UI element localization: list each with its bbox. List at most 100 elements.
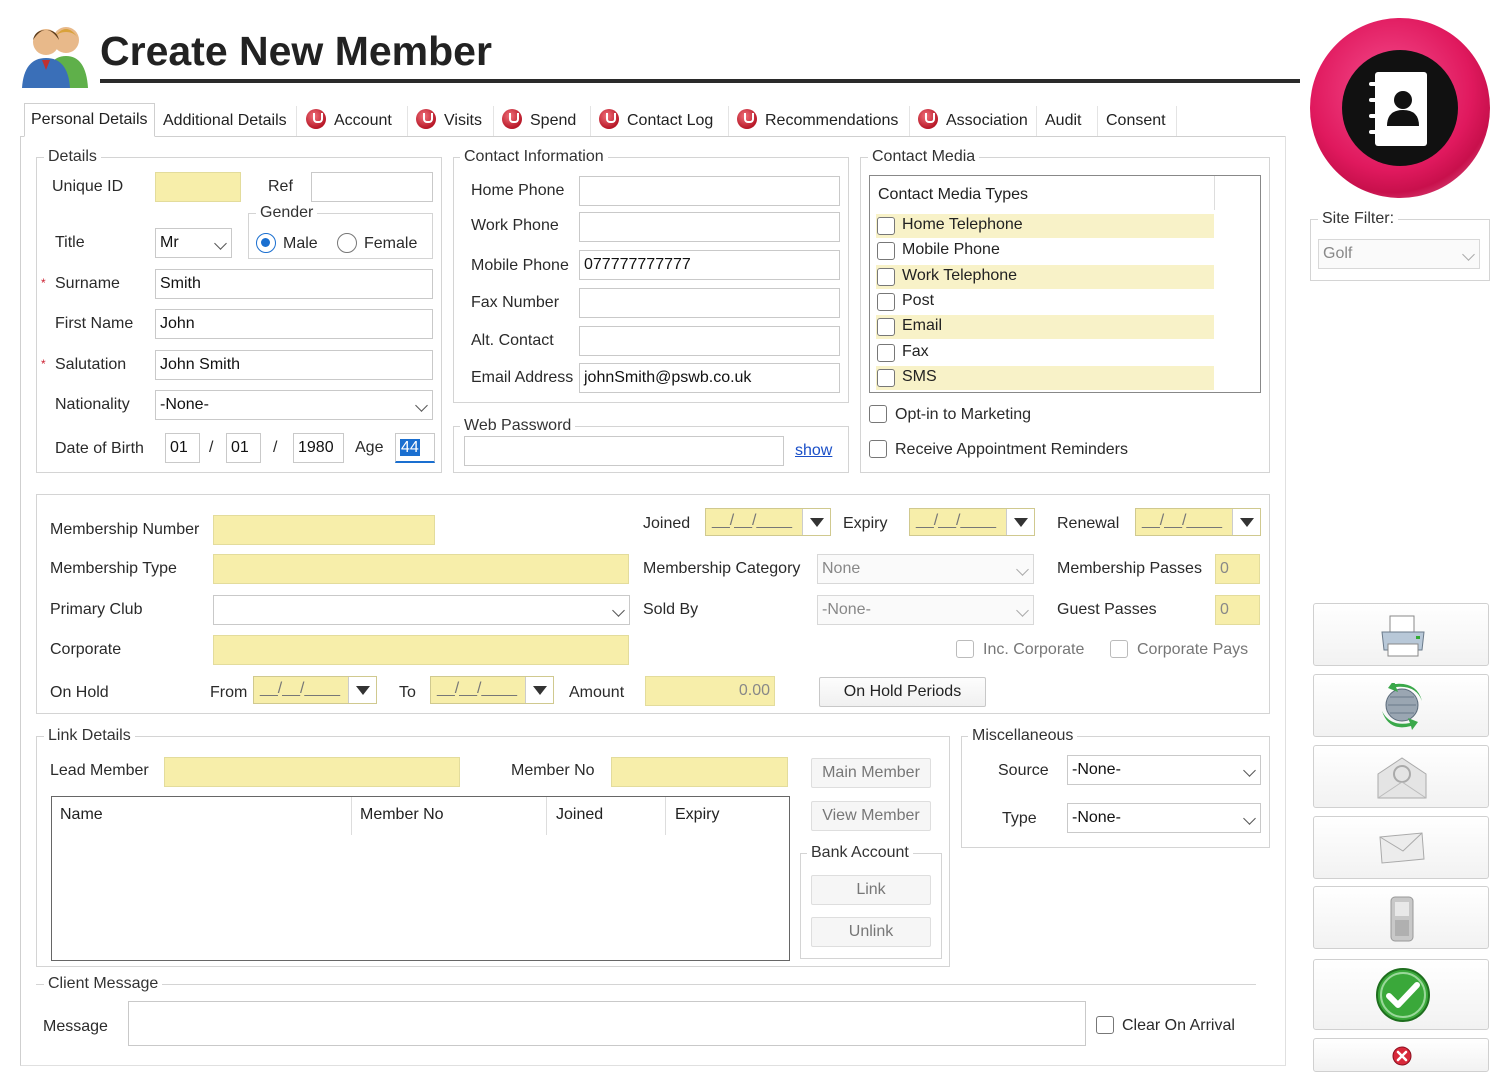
expiry-label: Expiry xyxy=(843,515,888,532)
membership-category-select[interactable]: None xyxy=(817,554,1034,584)
contact-media-checkbox[interactable] xyxy=(877,292,895,311)
contact-media-item[interactable]: Mobile Phone xyxy=(876,239,1214,263)
grid-header-joined[interactable]: Joined xyxy=(556,806,603,824)
contact-media-checkbox[interactable] xyxy=(877,368,895,387)
contact-media-item[interactable]: Fax xyxy=(876,341,1214,365)
contact-media-checkbox[interactable] xyxy=(877,343,895,362)
grid-header-member-no[interactable]: Member No xyxy=(360,806,444,824)
tab-personal-details[interactable]: Personal Details xyxy=(24,103,155,137)
contact-media-item[interactable]: Email xyxy=(876,315,1214,340)
misc-group-title: Miscellaneous xyxy=(968,727,1078,745)
tab-contact-log[interactable]: Contact Log xyxy=(593,106,729,136)
renewal-date-picker[interactable]: __/__/____ xyxy=(1135,508,1261,536)
fax-field[interactable] xyxy=(579,288,840,318)
nationality-select[interactable]: -None- xyxy=(155,390,433,420)
contact-media-checkbox[interactable] xyxy=(877,318,895,337)
dropdown-arrow-icon[interactable] xyxy=(348,677,376,703)
envelope-button[interactable] xyxy=(1313,816,1489,879)
tab-consent[interactable]: Consent xyxy=(1100,106,1177,136)
contact-media-checkbox[interactable] xyxy=(877,217,895,235)
home-phone-field[interactable] xyxy=(579,176,840,206)
tab-association[interactable]: Association xyxy=(912,106,1037,136)
tab-label: Consent xyxy=(1106,112,1166,129)
email-field[interactable]: johnSmith@pswb.co.uk xyxy=(579,363,840,393)
inc-corporate-checkbox[interactable] xyxy=(956,640,974,658)
unlink-button[interactable]: Unlink xyxy=(811,917,931,947)
lead-member-label: Lead Member xyxy=(50,762,149,779)
opt-in-checkbox[interactable] xyxy=(869,405,887,423)
sold-by-select[interactable]: -None- xyxy=(817,595,1034,625)
tab-additional-details[interactable]: Additional Details xyxy=(157,106,297,136)
membership-number-field[interactable] xyxy=(213,515,435,545)
contact-media-item[interactable]: Post xyxy=(876,290,1214,314)
dob-day-field[interactable]: 01 xyxy=(165,433,200,463)
cancel-button[interactable] xyxy=(1313,1038,1489,1072)
contact-media-item[interactable]: Work Telephone xyxy=(876,264,1214,289)
show-password-link[interactable]: show xyxy=(795,441,832,461)
dropdown-arrow-icon[interactable] xyxy=(1232,509,1260,535)
expiry-date-picker[interactable]: __/__/____ xyxy=(909,508,1035,536)
grid-header-name[interactable]: Name xyxy=(60,806,103,824)
corporate-field[interactable] xyxy=(213,635,629,665)
grid-header-expiry[interactable]: Expiry xyxy=(675,806,719,824)
tab-audit[interactable]: Audit xyxy=(1039,106,1098,136)
clear-on-arrival-checkbox[interactable] xyxy=(1096,1016,1114,1034)
mobile-phone-field[interactable]: 077777777777 xyxy=(579,250,840,280)
tab-recommendations[interactable]: Recommendations xyxy=(731,106,910,136)
gender-group-title: Gender xyxy=(256,204,318,222)
work-phone-field[interactable] xyxy=(579,212,840,242)
primary-club-select[interactable] xyxy=(213,595,630,625)
message-field[interactable] xyxy=(128,1001,1086,1046)
link-button[interactable]: Link xyxy=(811,875,931,905)
on-hold-from-picker[interactable]: __/__/____ xyxy=(253,676,377,704)
dob-month-field[interactable]: 01 xyxy=(226,433,261,463)
dropdown-arrow-icon[interactable] xyxy=(1006,509,1034,535)
ref-field[interactable] xyxy=(311,172,433,202)
unique-id-field[interactable] xyxy=(155,172,241,202)
membership-type-field[interactable] xyxy=(213,554,629,584)
contact-media-label: Post xyxy=(902,291,935,309)
alt-contact-field[interactable] xyxy=(579,326,840,356)
mobile-phone-button[interactable] xyxy=(1313,886,1489,949)
membership-number-label: Membership Number xyxy=(50,521,200,538)
corporate-pays-checkbox[interactable] xyxy=(1110,640,1128,658)
site-filter-select[interactable]: Golf xyxy=(1318,239,1480,269)
dropdown-arrow-icon[interactable] xyxy=(802,509,830,535)
membership-passes-field[interactable]: 0 xyxy=(1215,554,1260,584)
contact-media-item[interactable]: SMS xyxy=(876,365,1214,390)
joined-date-picker[interactable]: __/__/____ xyxy=(705,508,831,536)
on-hold-periods-button[interactable]: On Hold Periods xyxy=(819,677,986,707)
lead-member-field[interactable] xyxy=(164,757,460,787)
member-no-field[interactable] xyxy=(611,757,788,787)
tab-spend[interactable]: Spend xyxy=(496,106,591,136)
contact-media-checkbox[interactable] xyxy=(877,267,895,286)
misc-type-select[interactable]: -None- xyxy=(1067,803,1261,833)
amount-field[interactable]: 0.00 xyxy=(645,676,775,706)
main-member-button[interactable]: Main Member xyxy=(811,758,931,788)
surname-field[interactable]: Smith xyxy=(155,269,433,299)
confirm-button[interactable] xyxy=(1313,959,1489,1030)
male-radio[interactable] xyxy=(256,233,276,253)
age-field[interactable]: 44 xyxy=(395,433,435,463)
first-name-field[interactable]: John xyxy=(155,309,433,339)
reminders-checkbox[interactable] xyxy=(869,440,887,458)
source-select[interactable]: -None- xyxy=(1067,755,1261,785)
female-radio[interactable] xyxy=(337,233,357,253)
tab-visits[interactable]: Visits xyxy=(410,106,494,136)
view-member-button[interactable]: View Member xyxy=(811,801,931,831)
contact-media-checkbox[interactable] xyxy=(877,242,895,261)
title-select[interactable]: Mr xyxy=(155,228,232,258)
web-password-field[interactable] xyxy=(464,436,784,466)
on-hold-to-picker[interactable]: __/__/____ xyxy=(430,676,554,704)
guest-passes-field[interactable]: 0 xyxy=(1215,595,1260,625)
dropdown-arrow-icon[interactable] xyxy=(525,677,553,703)
refresh-globe-button[interactable] xyxy=(1313,674,1489,737)
joined-date-value: __/__/____ xyxy=(712,512,793,529)
print-button[interactable] xyxy=(1313,603,1489,666)
dob-separator: / xyxy=(273,439,278,456)
contact-media-item[interactable]: Home Telephone xyxy=(876,214,1214,238)
email-button[interactable] xyxy=(1313,745,1489,808)
tab-account[interactable]: Account xyxy=(300,106,408,136)
salutation-field[interactable]: John Smith xyxy=(155,350,433,380)
dob-year-field[interactable]: 1980 xyxy=(293,433,344,463)
